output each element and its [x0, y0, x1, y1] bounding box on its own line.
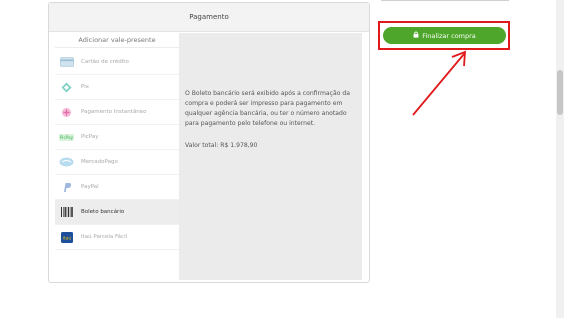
- page-scrollbar[interactable]: [556, 0, 564, 318]
- scrollbar-thumb[interactable]: [557, 70, 563, 115]
- annotation-arrow: [412, 50, 466, 116]
